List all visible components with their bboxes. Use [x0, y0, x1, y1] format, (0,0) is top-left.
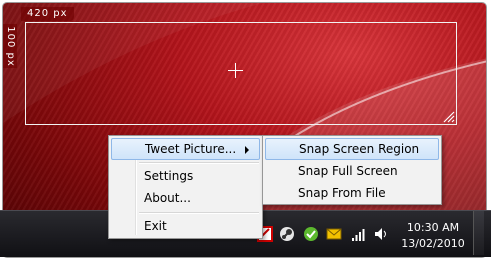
system-clock[interactable]: 10:30 AM 13/02/2010 — [398, 220, 468, 252]
menu-item-settings[interactable]: Settings — [111, 165, 260, 187]
submenu-item-snap-screen-region[interactable]: Snap Screen Region — [265, 138, 439, 160]
chat-icon[interactable] — [303, 226, 319, 242]
tweet-picture-submenu: Snap Screen Region Snap Full Screen Snap… — [262, 135, 442, 205]
menu-item-exit[interactable]: Exit — [111, 215, 260, 237]
resize-grip-icon[interactable] — [441, 109, 455, 123]
clock-time: 10:30 AM — [406, 221, 460, 234]
selection-height-text: 100 px — [4, 25, 16, 67]
menu-separator — [139, 162, 259, 164]
selection-width-label: 420 px — [21, 7, 74, 21]
volume-icon[interactable] — [373, 226, 389, 242]
menu-item-label: Exit — [144, 219, 167, 233]
clock-date: 13/02/2010 — [401, 237, 465, 250]
submenu-arrow-icon — [245, 146, 249, 154]
menu-item-label: About... — [144, 191, 191, 205]
menu-item-label: Settings — [144, 169, 194, 183]
context-menu: Tweet Picture... Settings About... Exit — [108, 135, 263, 239]
menu-item-tweet-picture[interactable]: Tweet Picture... — [111, 138, 260, 160]
menu-item-label: Tweet Picture... — [145, 142, 237, 156]
steam-icon[interactable] — [279, 226, 295, 242]
selection-height-label: 100 px — [3, 24, 17, 68]
crosshair-cursor-icon — [228, 63, 243, 78]
mail-icon[interactable] — [326, 226, 342, 242]
submenu-item-label: Snap From File — [298, 186, 386, 200]
submenu-item-label: Snap Full Screen — [298, 164, 398, 178]
submenu-item-snap-full-screen[interactable]: Snap Full Screen — [265, 160, 439, 182]
menu-separator — [139, 212, 259, 214]
submenu-item-snap-from-file[interactable]: Snap From File — [265, 182, 439, 204]
signal-icon[interactable] — [351, 226, 367, 242]
submenu-item-label: Snap Screen Region — [299, 142, 420, 156]
show-desktop-button[interactable] — [473, 211, 484, 255]
menu-item-about[interactable]: About... — [111, 187, 260, 209]
